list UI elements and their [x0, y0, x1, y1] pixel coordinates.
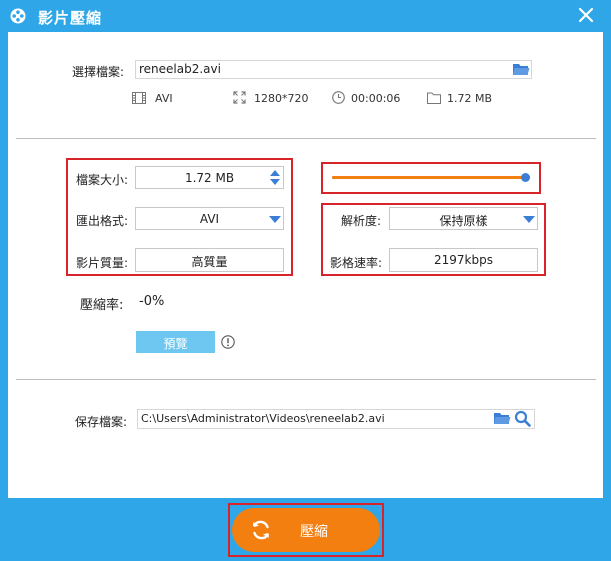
close-icon[interactable] [577, 6, 595, 24]
folder-open-icon[interactable] [512, 62, 530, 77]
resolution-icon [233, 91, 246, 104]
export-format-select[interactable]: AVI [135, 207, 284, 230]
compress-window: 影片壓縮 選擇檔案: reneelab2.avi AVI 1280*720 00… [0, 0, 611, 561]
video-quality-value: 高質量 [191, 255, 228, 269]
title-bar: 影片壓縮 [0, 0, 611, 32]
bitrate-label: 影格速率: [330, 256, 383, 270]
search-icon[interactable] [514, 410, 531, 427]
file-size-value: 1.72 MB [184, 171, 235, 185]
refresh-icon [253, 520, 269, 540]
window-title: 影片壓縮 [38, 9, 103, 27]
file-size-stepper[interactable]: 1.72 MB [135, 166, 284, 189]
compression-ratio-value: -0% [139, 294, 165, 309]
file-size-text: 1.72 MB [447, 92, 493, 105]
compression-ratio-label: 壓縮率: [80, 298, 124, 313]
resolution-select[interactable]: 保持原樣 [389, 207, 538, 230]
file-duration-text: 00:00:06 [351, 92, 401, 105]
file-path-text: reneelab2.avi [139, 62, 221, 76]
film-icon [132, 92, 146, 104]
video-quality-label: 影片質量: [76, 256, 129, 270]
folder-open-icon[interactable] [493, 411, 511, 426]
file-path-field[interactable]: reneelab2.avi [135, 60, 532, 79]
resolution-label: 解析度: [341, 214, 382, 228]
quality-slider-handle[interactable] [521, 173, 530, 182]
chevron-down-icon[interactable] [269, 216, 281, 223]
resolution-value: 保持原樣 [439, 214, 488, 228]
chevron-down-icon[interactable] [523, 216, 535, 223]
main-panel: 選擇檔案: reneelab2.avi AVI 1280*720 00:00:0… [8, 32, 603, 498]
info-icon[interactable] [221, 335, 235, 349]
folder-icon [427, 92, 441, 104]
clock-icon [332, 91, 345, 104]
compress-button-label: 壓縮 [300, 524, 328, 540]
video-quality-field[interactable]: 高質量 [135, 248, 284, 272]
save-path-field[interactable]: C:\Users\Administrator\Videos\reneelab2.… [137, 409, 535, 429]
bitrate-field[interactable]: 2197kbps [389, 248, 538, 272]
export-format-value: AVI [199, 212, 220, 226]
file-format-text: AVI [155, 92, 173, 105]
quality-slider-track[interactable] [332, 176, 530, 179]
export-format-label: 匯出格式: [76, 214, 129, 228]
file-resolution-text: 1280*720 [254, 92, 309, 105]
save-file-label: 保存檔案: [75, 415, 128, 429]
save-path-text: C:\Users\Administrator\Videos\reneelab2.… [141, 412, 385, 425]
film-reel-icon [10, 8, 26, 24]
preview-button-label: 預覽 [163, 337, 188, 351]
stepper-arrows-icon[interactable] [269, 169, 281, 186]
bitrate-value: 2197kbps [434, 253, 493, 267]
file-size-label: 檔案大小: [76, 173, 129, 187]
separator-top [16, 138, 596, 139]
compress-button[interactable]: 壓縮 [232, 508, 380, 552]
select-file-label: 選擇檔案: [72, 65, 125, 79]
preview-button[interactable]: 預覽 [136, 331, 215, 353]
separator-bottom [16, 379, 596, 380]
